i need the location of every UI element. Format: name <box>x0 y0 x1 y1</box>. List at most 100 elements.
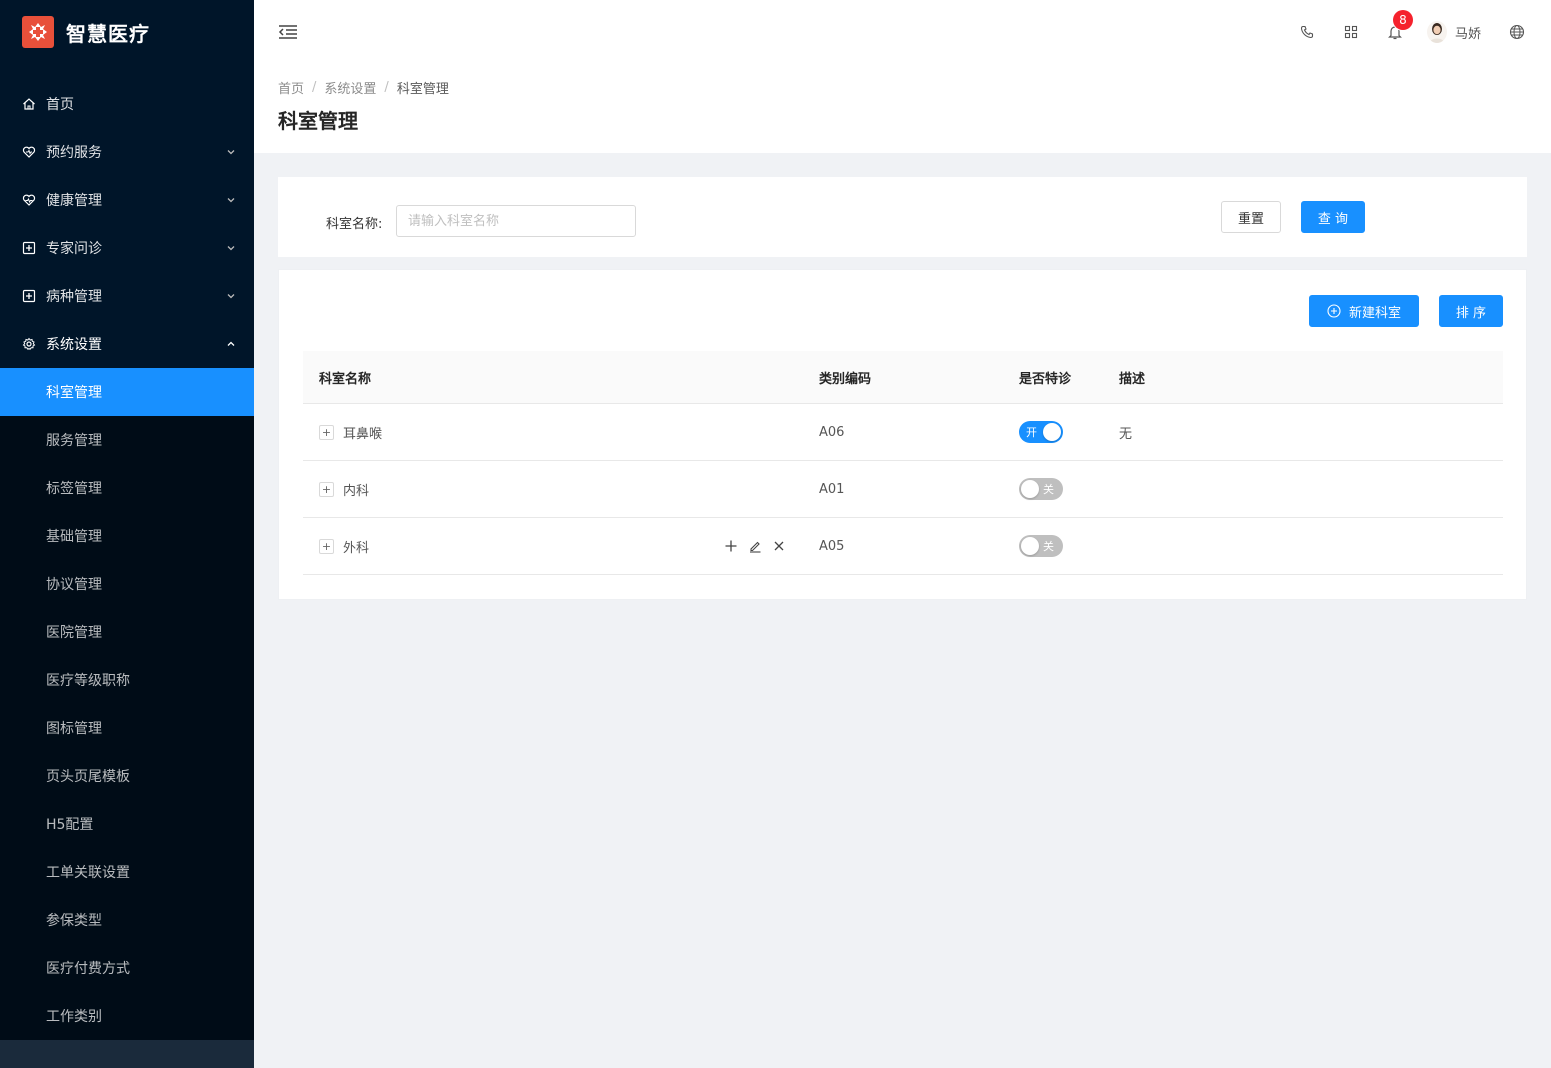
department-name-input[interactable] <box>396 205 636 237</box>
category-code: A06 <box>819 424 845 440</box>
sidebar-item-label: 医疗等级职称 <box>46 673 130 689</box>
sidebar-item-disease[interactable]: 病种管理 <box>0 272 254 320</box>
logo-icon <box>22 16 54 48</box>
new-department-button[interactable]: 新建科室 <box>1309 295 1419 327</box>
sidebar-menu: 首页 预约服务 健康管理 专家问诊 病种管理 系统设置 <box>0 80 254 368</box>
toggle-text: 关 <box>1043 540 1054 553</box>
row-actions <box>723 538 795 554</box>
query-button[interactable]: 查 询 <box>1301 201 1365 233</box>
bell-icon[interactable]: 8 <box>1387 10 1413 40</box>
search-form: 科室名称: 重置 查 询 <box>278 177 1527 257</box>
sidebar-subitem-department[interactable]: 科室管理 <box>0 368 254 416</box>
department-table: 科室名称 类别编码 是否特诊 描述 + 耳鼻喉 A06 开 无 + 内科 A01… <box>303 351 1503 575</box>
menu-fold-icon[interactable] <box>278 22 298 42</box>
phone-icon[interactable] <box>1299 24 1315 40</box>
sidebar-item-label: 医疗付费方式 <box>46 961 130 977</box>
toggle-text: 开 <box>1026 426 1037 439</box>
special-toggle[interactable]: 开 <box>1019 421 1063 443</box>
heart-icon <box>22 145 36 159</box>
breadcrumb-separator: / <box>312 80 317 95</box>
medical-plus-icon <box>22 289 36 303</box>
department-name-cell: + 内科 <box>303 461 803 517</box>
sidebar-item-home[interactable]: 首页 <box>0 80 254 128</box>
sidebar-item-label: 图标管理 <box>46 721 102 737</box>
plus-circle-icon <box>1327 304 1341 318</box>
sidebar-item-label: 健康管理 <box>46 193 102 209</box>
sidebar-subitem-title-level[interactable]: 医疗等级职称 <box>0 656 254 704</box>
toggle-knob <box>1021 537 1039 555</box>
chevron-down-icon <box>226 243 236 253</box>
user-menu[interactable]: 马娇 <box>1426 21 1481 43</box>
sidebar-item-label: 协议管理 <box>46 577 102 593</box>
expand-row-icon[interactable]: + <box>319 424 334 440</box>
sort-button[interactable]: 排 序 <box>1439 295 1503 327</box>
page-title: 科室管理 <box>278 109 358 133</box>
app-title: 智慧医疗 <box>66 21 150 46</box>
globe-icon[interactable] <box>1509 24 1525 40</box>
sidebar-item-label: H5配置 <box>46 817 94 833</box>
department-name: 耳鼻喉 <box>343 426 383 442</box>
sidebar-subitem-workorder[interactable]: 工单关联设置 <box>0 848 254 896</box>
notification-badge: 8 <box>1392 10 1413 30</box>
sidebar-item-settings[interactable]: 系统设置 <box>0 320 254 368</box>
sidebar-item-consultation[interactable]: 专家问诊 <box>0 224 254 272</box>
category-code: A01 <box>819 481 845 497</box>
sidebar-item-label: 病种管理 <box>46 289 102 305</box>
sidebar-item-label: 基础管理 <box>46 529 102 545</box>
sidebar-item-label: 专家问诊 <box>46 241 102 257</box>
expand-row-icon[interactable]: + <box>319 481 334 497</box>
sidebar: 智慧医疗 首页 预约服务 健康管理 专家问诊 病种管理 系统设置 科室管理 服务… <box>0 0 254 1068</box>
sidebar-item-label: 参保类型 <box>46 913 102 929</box>
sidebar-subitem-payment[interactable]: 医疗付费方式 <box>0 944 254 992</box>
department-name-label: 科室名称: <box>326 217 383 232</box>
special-cell: 开 <box>1003 421 1103 443</box>
sidebar-item-appointment[interactable]: 预约服务 <box>0 128 254 176</box>
expand-row-icon[interactable]: + <box>319 538 334 554</box>
avatar <box>1426 21 1447 43</box>
special-cell: 关 <box>1003 478 1103 500</box>
logo[interactable]: 智慧医疗 <box>0 0 254 64</box>
sidebar-subitem-icon[interactable]: 图标管理 <box>0 704 254 752</box>
apps-grid-icon[interactable] <box>1343 24 1359 40</box>
sidebar-subitem-agreement[interactable]: 协议管理 <box>0 560 254 608</box>
special-cell: 关 <box>1003 535 1103 557</box>
sidebar-footer <box>0 1040 254 1068</box>
department-table-card: 新建科室 排 序 科室名称 类别编码 是否特诊 描述 + 耳鼻喉 A06 开 无 <box>278 269 1527 600</box>
breadcrumb-separator: / <box>384 80 389 95</box>
sidebar-item-health[interactable]: 健康管理 <box>0 176 254 224</box>
user-name: 马娇 <box>1454 26 1481 42</box>
sidebar-subitem-basic[interactable]: 基础管理 <box>0 512 254 560</box>
chevron-down-icon <box>226 195 236 205</box>
new-department-label: 新建科室 <box>1348 305 1401 321</box>
sidebar-subitem-insurance[interactable]: 参保类型 <box>0 896 254 944</box>
sidebar-subitem-template[interactable]: 页头页尾模板 <box>0 752 254 800</box>
page-header: 首页 / 系统设置 / 科室管理 科室管理 <box>254 64 1551 153</box>
sidebar-subitem-tag[interactable]: 标签管理 <box>0 464 254 512</box>
table-header: 科室名称 类别编码 是否特诊 描述 <box>303 351 1503 404</box>
sidebar-subitem-work-category[interactable]: 工作类别 <box>0 992 254 1040</box>
department-name-cell: + 耳鼻喉 <box>303 404 803 460</box>
special-toggle[interactable]: 关 <box>1019 478 1063 500</box>
breadcrumb-settings[interactable]: 系统设置 <box>324 78 376 97</box>
reset-button[interactable]: 重置 <box>1221 201 1281 233</box>
home-icon <box>22 97 36 111</box>
breadcrumb-home[interactable]: 首页 <box>278 78 304 97</box>
delete-icon[interactable] <box>771 538 787 554</box>
sidebar-item-label: 系统设置 <box>46 337 102 353</box>
department-name-cell: + 外科 <box>303 518 803 574</box>
breadcrumb-current: 科室管理 <box>396 82 449 97</box>
edit-icon[interactable] <box>747 538 763 554</box>
column-header-name: 科室名称 <box>319 371 372 387</box>
description: 无 <box>1119 426 1133 442</box>
sidebar-subitem-hospital[interactable]: 医院管理 <box>0 608 254 656</box>
column-header-code: 类别编码 <box>819 371 872 387</box>
sidebar-item-label: 医院管理 <box>46 625 102 641</box>
toggle-knob <box>1021 480 1039 498</box>
header-actions: 8 马娇 <box>1285 0 1551 64</box>
special-toggle[interactable]: 关 <box>1019 535 1063 557</box>
sidebar-subitem-service[interactable]: 服务管理 <box>0 416 254 464</box>
sidebar-subitem-h5[interactable]: H5配置 <box>0 800 254 848</box>
add-icon[interactable] <box>723 538 739 554</box>
column-header-special: 是否特诊 <box>1019 371 1072 387</box>
sidebar-item-label: 工单关联设置 <box>46 865 130 881</box>
